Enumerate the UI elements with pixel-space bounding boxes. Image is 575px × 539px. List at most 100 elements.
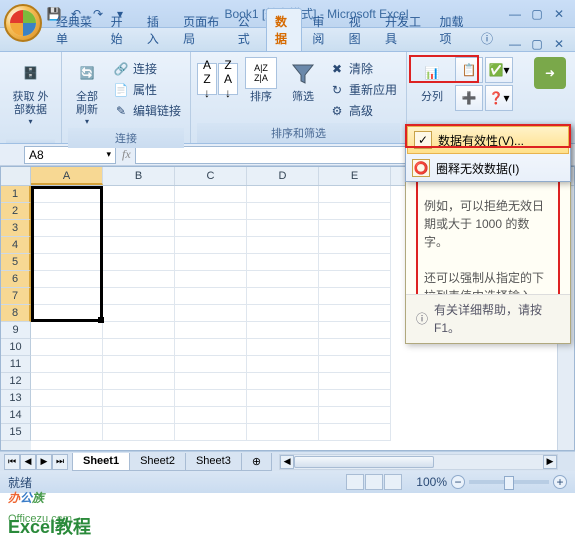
filter-button[interactable]: 筛选 [284, 55, 322, 106]
sheet-tab[interactable]: Sheet2 [129, 453, 186, 471]
col-header[interactable]: B [103, 167, 175, 185]
get-external-data-button[interactable]: 🗄️ 获取 外部数据 ▾ [6, 55, 55, 128]
office-button[interactable] [4, 4, 42, 42]
properties-button[interactable]: 📄属性 [110, 80, 184, 99]
row-header[interactable]: 13 [1, 390, 31, 407]
tab-layout[interactable]: 页面布局 [175, 9, 228, 51]
sort-button[interactable]: A|ZZ|A 排序 [242, 55, 280, 106]
status-bar: 就绪 100% − + [0, 471, 575, 493]
nav-last-icon[interactable]: ⏭ [52, 454, 68, 470]
wb-minimize[interactable]: — [505, 37, 525, 51]
help-icon[interactable]: ⓘ [477, 26, 497, 51]
zoom-out-button[interactable]: − [451, 475, 465, 489]
name-box[interactable]: A8 ▾ [24, 146, 116, 164]
menu-circle-invalid[interactable]: ⭕ 圈释无效数据(I) [406, 155, 570, 181]
sheet-tab-bar: ⏮ ◀ ▶ ⏭ Sheet1 Sheet2 Sheet3 ⊕ ◀ ▶ [0, 451, 575, 471]
advanced-icon: ⚙ [329, 103, 345, 119]
group-outline-button[interactable]: ➜ [531, 55, 569, 93]
scroll-right-icon[interactable]: ▶ [543, 455, 557, 469]
row-header[interactable]: 8 [1, 305, 31, 322]
wb-close[interactable]: ✕ [549, 37, 569, 51]
row-header[interactable]: 6 [1, 271, 31, 288]
tab-addins[interactable]: 加载项 [432, 9, 475, 51]
row-header[interactable]: 7 [1, 288, 31, 305]
col-header[interactable]: E [319, 167, 391, 185]
row-header[interactable]: 9 [1, 322, 31, 339]
tooltip-footer: ⓘ 有关详细帮助，请按 F1。 [406, 294, 570, 343]
select-all-corner[interactable] [1, 167, 31, 186]
consolidate-button[interactable]: ➕ [455, 85, 483, 111]
tab-view[interactable]: 视图 [341, 9, 375, 51]
scroll-left-icon[interactable]: ◀ [280, 455, 294, 469]
tab-classic[interactable]: 经典菜单 [48, 9, 101, 51]
col-header[interactable]: D [247, 167, 319, 185]
close-button[interactable]: ✕ [549, 7, 569, 21]
external-data-icon: 🗄️ [14, 57, 46, 89]
clear-icon: ✖ [329, 61, 345, 77]
menu-data-validation[interactable]: ✓ 数据有效性(V)... [407, 126, 569, 154]
maximize-button[interactable]: ▢ [527, 7, 547, 21]
row-header[interactable]: 14 [1, 407, 31, 424]
row-header[interactable]: 5 [1, 254, 31, 271]
wb-restore[interactable]: ▢ [527, 37, 547, 51]
tab-data[interactable]: 数据 [266, 8, 302, 51]
namebox-dropdown-icon[interactable]: ▾ [106, 149, 111, 160]
new-sheet-button[interactable]: ⊕ [241, 453, 272, 471]
tab-nav-buttons: ⏮ ◀ ▶ ⏭ [4, 454, 68, 470]
tab-home[interactable]: 开始 [103, 9, 137, 51]
view-normal-button[interactable] [346, 474, 364, 490]
reapply-icon: ↻ [329, 82, 345, 98]
row-header[interactable]: 3 [1, 220, 31, 237]
row-header[interactable]: 15 [1, 424, 31, 441]
col-header[interactable]: A [31, 167, 103, 185]
group-connections: 🔄 全部刷新 ▾ 🔗连接 📄属性 ✎编辑链接 连接 [62, 52, 191, 143]
help-circle-icon: ⓘ [416, 310, 428, 328]
nav-prev-icon[interactable]: ◀ [20, 454, 36, 470]
status-text: 就绪 [8, 474, 32, 491]
tab-insert[interactable]: 插入 [139, 9, 173, 51]
whatif-button[interactable]: ❓▾ [485, 85, 513, 111]
data-validation-split[interactable]: ✅▾ [485, 57, 513, 83]
refresh-all-button[interactable]: 🔄 全部刷新 ▾ [68, 55, 106, 128]
sort-desc-button[interactable]: ZA↓ [218, 63, 238, 95]
group-sort-filter: AZ↓ ZA↓ A|ZZ|A 排序 筛选 ✖清除 ↻重新应用 ⚙高级 排序和筛选 [191, 52, 407, 143]
fx-icon[interactable]: fx [122, 147, 131, 162]
sort-asc-button[interactable]: AZ↓ [197, 63, 217, 95]
reapply-button[interactable]: ↻重新应用 [326, 80, 400, 99]
row-header[interactable]: 4 [1, 237, 31, 254]
row-header[interactable]: 2 [1, 203, 31, 220]
view-break-button[interactable] [384, 474, 402, 490]
row-header[interactable]: 1 [1, 186, 31, 203]
tab-dev[interactable]: 开发工具 [377, 9, 430, 51]
row-header[interactable]: 12 [1, 373, 31, 390]
horizontal-scrollbar[interactable]: ◀ ▶ [279, 454, 558, 470]
col-header[interactable]: C [175, 167, 247, 185]
sheet-tab[interactable]: Sheet1 [72, 453, 130, 471]
zoom-slider[interactable] [469, 480, 549, 484]
columns-icon: 📊 [416, 57, 448, 89]
row-header[interactable]: 10 [1, 339, 31, 356]
advanced-filter-button[interactable]: ⚙高级 [326, 101, 400, 120]
ribbon-tabs: 经典菜单 开始 插入 页面布局 公式 数据 审阅 视图 开发工具 加载项 ⓘ —… [0, 28, 575, 52]
remove-dup-button[interactable]: 📋 [455, 57, 483, 83]
nav-next-icon[interactable]: ▶ [36, 454, 52, 470]
funnel-icon [287, 57, 319, 89]
tooltip-p2: 例如，可以拒绝无效日期或大于 1000 的数字。 [424, 197, 552, 251]
properties-icon: 📄 [113, 82, 129, 98]
arrow-right-icon: ➜ [534, 57, 566, 89]
clear-filter-button[interactable]: ✖清除 [326, 59, 400, 78]
text-to-columns-button[interactable]: 📊 分列 [413, 55, 451, 106]
zoom-in-button[interactable]: + [553, 475, 567, 489]
nav-first-icon[interactable]: ⏮ [4, 454, 20, 470]
view-buttons [346, 474, 402, 490]
scroll-thumb[interactable] [294, 456, 434, 468]
tab-review[interactable]: 审阅 [304, 9, 338, 51]
connections-button[interactable]: 🔗连接 [110, 59, 184, 78]
edit-links-button[interactable]: ✎编辑链接 [110, 101, 184, 120]
minimize-button[interactable]: — [505, 7, 525, 21]
tab-formula[interactable]: 公式 [230, 9, 264, 51]
ribbon: 🗄️ 获取 外部数据 ▾ 🔄 全部刷新 ▾ 🔗连接 📄属性 ✎编辑链接 连接 [0, 52, 575, 144]
row-header[interactable]: 11 [1, 356, 31, 373]
view-layout-button[interactable] [365, 474, 383, 490]
sheet-tab[interactable]: Sheet3 [185, 453, 242, 471]
